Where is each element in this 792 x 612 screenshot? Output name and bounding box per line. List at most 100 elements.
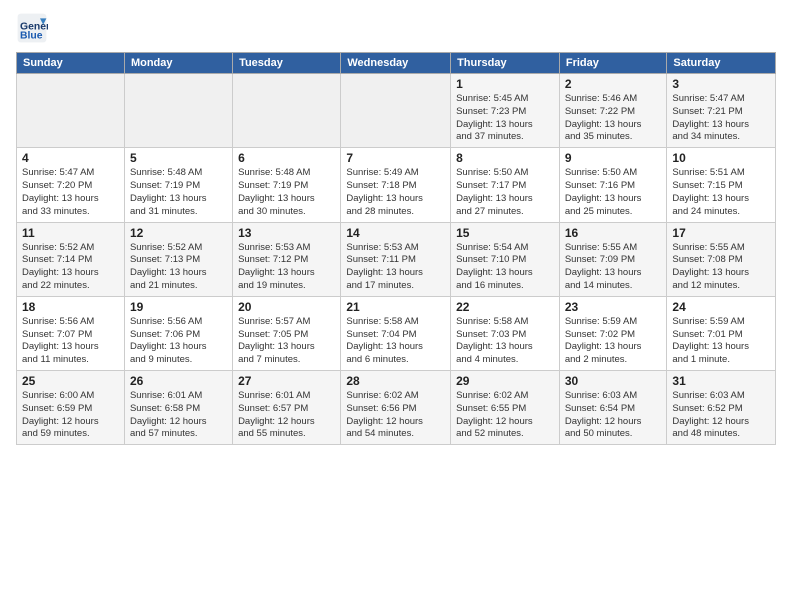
cell-info: Sunrise: 5:52 AM Sunset: 7:13 PM Dayligh… xyxy=(130,242,227,293)
calendar-cell-21: 17 Sunrise: 5:55 AM Sunset: 7:08 PM Dayli… xyxy=(667,222,776,296)
day-number: 9 xyxy=(565,151,662,165)
day-number: 19 xyxy=(130,300,227,314)
calendar-cell-17: 13 Sunrise: 5:53 AM Sunset: 7:12 PM Dayli… xyxy=(233,222,341,296)
cell-info: Sunrise: 5:49 AM Sunset: 7:18 PM Dayligh… xyxy=(346,167,445,218)
cell-info: Sunrise: 5:48 AM Sunset: 7:19 PM Dayligh… xyxy=(238,167,335,218)
day-number: 31 xyxy=(672,374,770,388)
calendar-cell-28: 24 Sunrise: 5:59 AM Sunset: 7:01 PM Dayli… xyxy=(667,296,776,370)
day-number: 18 xyxy=(22,300,119,314)
day-number: 8 xyxy=(456,151,554,165)
calendar-cell-26: 22 Sunrise: 5:58 AM Sunset: 7:03 PM Dayli… xyxy=(451,296,560,370)
cell-info: Sunrise: 5:50 AM Sunset: 7:17 PM Dayligh… xyxy=(456,167,554,218)
cell-info: Sunrise: 5:48 AM Sunset: 7:19 PM Dayligh… xyxy=(130,167,227,218)
day-number: 22 xyxy=(456,300,554,314)
cell-info: Sunrise: 5:56 AM Sunset: 7:06 PM Dayligh… xyxy=(130,316,227,367)
day-number: 29 xyxy=(456,374,554,388)
day-number: 12 xyxy=(130,226,227,240)
day-number: 17 xyxy=(672,226,770,240)
cell-info: Sunrise: 6:03 AM Sunset: 6:54 PM Dayligh… xyxy=(565,390,662,441)
week-row-1: 1 Sunrise: 5:45 AM Sunset: 7:23 PM Daylig… xyxy=(17,74,776,148)
calendar-cell-32: 28 Sunrise: 6:02 AM Sunset: 6:56 PM Dayli… xyxy=(341,371,451,445)
cell-info: Sunrise: 6:01 AM Sunset: 6:58 PM Dayligh… xyxy=(130,390,227,441)
cell-info: Sunrise: 6:02 AM Sunset: 6:56 PM Dayligh… xyxy=(346,390,445,441)
calendar-cell-2 xyxy=(124,74,232,148)
cell-info: Sunrise: 5:59 AM Sunset: 7:01 PM Dayligh… xyxy=(672,316,770,367)
calendar-cell-25: 21 Sunrise: 5:58 AM Sunset: 7:04 PM Dayli… xyxy=(341,296,451,370)
calendar-cell-24: 20 Sunrise: 5:57 AM Sunset: 7:05 PM Dayli… xyxy=(233,296,341,370)
cell-info: Sunrise: 5:56 AM Sunset: 7:07 PM Dayligh… xyxy=(22,316,119,367)
day-number: 6 xyxy=(238,151,335,165)
day-number: 23 xyxy=(565,300,662,314)
day-number: 7 xyxy=(346,151,445,165)
logo-icon: General Blue xyxy=(16,12,48,44)
calendar-cell-23: 19 Sunrise: 5:56 AM Sunset: 7:06 PM Dayli… xyxy=(124,296,232,370)
day-number: 30 xyxy=(565,374,662,388)
cell-info: Sunrise: 5:45 AM Sunset: 7:23 PM Dayligh… xyxy=(456,93,554,144)
day-number: 20 xyxy=(238,300,335,314)
day-number: 13 xyxy=(238,226,335,240)
day-number: 1 xyxy=(456,77,554,91)
calendar-cell-11: 7 Sunrise: 5:49 AM Sunset: 7:18 PM Daylig… xyxy=(341,148,451,222)
weekday-monday: Monday xyxy=(124,53,232,74)
week-row-3: 11 Sunrise: 5:52 AM Sunset: 7:14 PM Dayli… xyxy=(17,222,776,296)
week-row-4: 18 Sunrise: 5:56 AM Sunset: 7:07 PM Dayli… xyxy=(17,296,776,370)
day-number: 11 xyxy=(22,226,119,240)
cell-info: Sunrise: 5:58 AM Sunset: 7:04 PM Dayligh… xyxy=(346,316,445,367)
calendar-cell-18: 14Sunrise: 5:53 AM Sunset: 7:11 PM Dayli… xyxy=(341,222,451,296)
svg-text:Blue: Blue xyxy=(20,30,43,41)
cell-info: Sunrise: 5:57 AM Sunset: 7:05 PM Dayligh… xyxy=(238,316,335,367)
cell-info: Sunrise: 6:00 AM Sunset: 6:59 PM Dayligh… xyxy=(22,390,119,441)
week-row-2: 4Sunrise: 5:47 AM Sunset: 7:20 PM Daylig… xyxy=(17,148,776,222)
calendar-cell-5: 1 Sunrise: 5:45 AM Sunset: 7:23 PM Daylig… xyxy=(451,74,560,148)
cell-info: Sunrise: 6:01 AM Sunset: 6:57 PM Dayligh… xyxy=(238,390,335,441)
calendar-cell-14: 10Sunrise: 5:51 AM Sunset: 7:15 PM Dayli… xyxy=(667,148,776,222)
day-number: 24 xyxy=(672,300,770,314)
calendar-cell-31: 27 Sunrise: 6:01 AM Sunset: 6:57 PM Dayli… xyxy=(233,371,341,445)
weekday-saturday: Saturday xyxy=(667,53,776,74)
day-number: 15 xyxy=(456,226,554,240)
cell-info: Sunrise: 5:55 AM Sunset: 7:09 PM Dayligh… xyxy=(565,242,662,293)
calendar-cell-27: 23 Sunrise: 5:59 AM Sunset: 7:02 PM Dayli… xyxy=(559,296,667,370)
calendar-cell-19: 15 Sunrise: 5:54 AM Sunset: 7:10 PM Dayli… xyxy=(451,222,560,296)
calendar-cell-34: 30 Sunrise: 6:03 AM Sunset: 6:54 PM Dayli… xyxy=(559,371,667,445)
cell-info: Sunrise: 5:53 AM Sunset: 7:12 PM Dayligh… xyxy=(238,242,335,293)
cell-info: Sunrise: 5:54 AM Sunset: 7:10 PM Dayligh… xyxy=(456,242,554,293)
day-number: 28 xyxy=(346,374,445,388)
cell-info: Sunrise: 5:59 AM Sunset: 7:02 PM Dayligh… xyxy=(565,316,662,367)
weekday-sunday: Sunday xyxy=(17,53,125,74)
calendar-cell-7: 3 Sunrise: 5:47 AM Sunset: 7:21 PM Daylig… xyxy=(667,74,776,148)
weekday-thursday: Thursday xyxy=(451,53,560,74)
logo: General Blue xyxy=(16,12,52,44)
weekday-wednesday: Wednesday xyxy=(341,53,451,74)
day-number: 3 xyxy=(672,77,770,91)
calendar-cell-1 xyxy=(17,74,125,148)
day-number: 16 xyxy=(565,226,662,240)
cell-info: Sunrise: 6:02 AM Sunset: 6:55 PM Dayligh… xyxy=(456,390,554,441)
calendar-cell-4 xyxy=(341,74,451,148)
calendar-cell-6: 2Sunrise: 5:46 AM Sunset: 7:22 PM Daylig… xyxy=(559,74,667,148)
calendar-cell-16: 12 Sunrise: 5:52 AM Sunset: 7:13 PM Dayli… xyxy=(124,222,232,296)
weekday-header-row: SundayMondayTuesdayWednesdayThursdayFrid… xyxy=(17,53,776,74)
week-row-5: 25 Sunrise: 6:00 AM Sunset: 6:59 PM Dayli… xyxy=(17,371,776,445)
calendar-cell-10: 6 Sunrise: 5:48 AM Sunset: 7:19 PM Daylig… xyxy=(233,148,341,222)
day-number: 21 xyxy=(346,300,445,314)
day-number: 27 xyxy=(238,374,335,388)
cell-info: Sunrise: 5:51 AM Sunset: 7:15 PM Dayligh… xyxy=(672,167,770,218)
cell-info: Sunrise: 5:47 AM Sunset: 7:20 PM Dayligh… xyxy=(22,167,119,218)
cell-info: Sunrise: 5:58 AM Sunset: 7:03 PM Dayligh… xyxy=(456,316,554,367)
calendar-cell-30: 26 Sunrise: 6:01 AM Sunset: 6:58 PM Dayli… xyxy=(124,371,232,445)
calendar-cell-33: 29 Sunrise: 6:02 AM Sunset: 6:55 PM Dayli… xyxy=(451,371,560,445)
weekday-friday: Friday xyxy=(559,53,667,74)
day-number: 26 xyxy=(130,374,227,388)
calendar-cell-9: 5Sunrise: 5:48 AM Sunset: 7:19 PM Daylig… xyxy=(124,148,232,222)
day-number: 25 xyxy=(22,374,119,388)
cell-info: Sunrise: 5:47 AM Sunset: 7:21 PM Dayligh… xyxy=(672,93,770,144)
calendar-cell-35: 31Sunrise: 6:03 AM Sunset: 6:52 PM Dayli… xyxy=(667,371,776,445)
weekday-tuesday: Tuesday xyxy=(233,53,341,74)
cell-info: Sunrise: 5:52 AM Sunset: 7:14 PM Dayligh… xyxy=(22,242,119,293)
cell-info: Sunrise: 5:55 AM Sunset: 7:08 PM Dayligh… xyxy=(672,242,770,293)
calendar-table: SundayMondayTuesdayWednesdayThursdayFrid… xyxy=(16,52,776,445)
calendar-cell-12: 8 Sunrise: 5:50 AM Sunset: 7:17 PM Daylig… xyxy=(451,148,560,222)
calendar-cell-15: 11 Sunrise: 5:52 AM Sunset: 7:14 PM Dayli… xyxy=(17,222,125,296)
cell-info: Sunrise: 5:50 AM Sunset: 7:16 PM Dayligh… xyxy=(565,167,662,218)
